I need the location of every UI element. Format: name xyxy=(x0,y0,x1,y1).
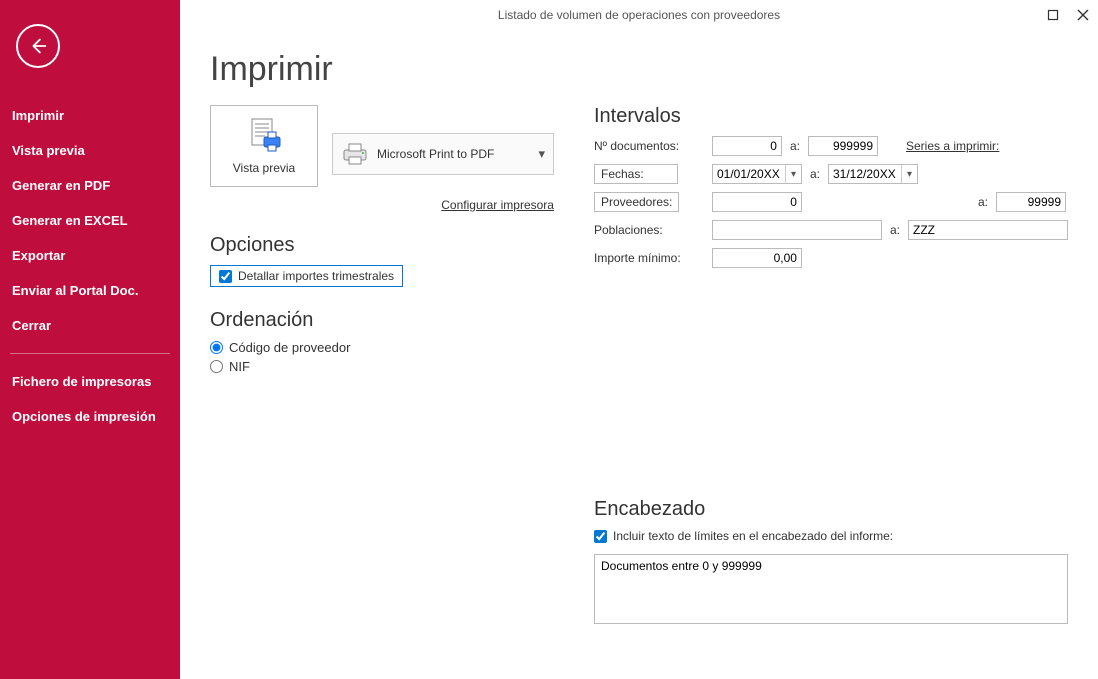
main-content: Imprimir Vista previa xyxy=(180,30,1098,679)
radio-codigo-proveedor[interactable]: Código de proveedor xyxy=(210,340,554,355)
towns-to-input[interactable] xyxy=(908,220,1068,240)
to-separator: a: xyxy=(790,139,800,153)
towns-label: Poblaciones: xyxy=(594,223,704,237)
min-amount-label: Importe mínimo: xyxy=(594,251,704,265)
include-limits-label: Incluir texto de límites en el encabezad… xyxy=(613,529,893,543)
titlebar: Listado de volumen de operaciones con pr… xyxy=(180,0,1098,30)
intervals-heading: Intervalos xyxy=(594,105,1068,128)
include-limits-checkbox[interactable]: Incluir texto de límites en el encabezad… xyxy=(594,529,893,543)
configure-printer-link[interactable]: Configurar impresora xyxy=(441,198,554,212)
providers-from-input[interactable] xyxy=(712,192,802,212)
doc-label: Nº documentos: xyxy=(594,139,704,153)
sidebar-item-label: Fichero de impresoras xyxy=(12,374,151,389)
detail-quarterly-label: Detallar importes trimestrales xyxy=(238,269,394,283)
sidebar-item-generar-pdf[interactable]: Generar en PDF xyxy=(10,168,170,203)
doc-to-input[interactable] xyxy=(808,136,878,156)
window-title: Listado de volumen de operaciones con pr… xyxy=(498,8,780,22)
sidebar-item-enviar-portal[interactable]: Enviar al Portal Doc. xyxy=(10,273,170,308)
document-printer-icon xyxy=(244,117,284,155)
date-to-input[interactable] xyxy=(829,165,901,183)
sidebar-item-label: Imprimir xyxy=(12,108,64,123)
options-heading: Opciones xyxy=(210,234,554,257)
sidebar-item-label: Enviar al Portal Doc. xyxy=(12,283,138,298)
page-title: Imprimir xyxy=(210,50,1068,89)
vista-previa-button[interactable]: Vista previa xyxy=(210,105,318,187)
date-from-field[interactable]: ▾ xyxy=(712,164,802,184)
radio-nif-input[interactable] xyxy=(210,360,223,373)
maximize-icon[interactable] xyxy=(1044,6,1062,24)
radio-nif-label: NIF xyxy=(229,359,250,374)
radio-nif[interactable]: NIF xyxy=(210,359,554,374)
include-limits-input[interactable] xyxy=(594,530,607,543)
printer-selected-label: Microsoft Print to PDF xyxy=(377,147,530,161)
chevron-down-icon[interactable]: ▾ xyxy=(785,165,801,183)
sidebar-item-cerrar[interactable]: Cerrar xyxy=(10,308,170,343)
sidebar-item-fichero-impresoras[interactable]: Fichero de impresoras xyxy=(10,364,170,399)
sidebar-item-imprimir[interactable]: Imprimir xyxy=(10,98,170,133)
window-controls xyxy=(1044,0,1092,30)
to-separator: a: xyxy=(890,223,900,237)
arrow-left-icon xyxy=(27,35,49,57)
header-textarea[interactable] xyxy=(594,554,1068,624)
sidebar-item-opciones-impresion[interactable]: Opciones de impresión xyxy=(10,399,170,434)
printer-icon xyxy=(341,142,369,166)
printer-dropdown[interactable]: Microsoft Print to PDF ▾ xyxy=(332,133,554,175)
intervals-grid: Nº documentos: a: Series a imprimir: Fec… xyxy=(594,136,1068,268)
ordering-heading: Ordenación xyxy=(210,309,554,332)
detail-quarterly-input[interactable] xyxy=(219,270,232,283)
sidebar-item-label: Generar en EXCEL xyxy=(12,213,128,228)
sidebar-divider xyxy=(10,353,170,354)
back-button[interactable] xyxy=(16,24,60,68)
sidebar-item-generar-excel[interactable]: Generar en EXCEL xyxy=(10,203,170,238)
providers-button[interactable]: Proveedores: xyxy=(594,192,679,212)
sidebar-item-vista-previa[interactable]: Vista previa xyxy=(10,133,170,168)
sidebar-item-exportar[interactable]: Exportar xyxy=(10,238,170,273)
sidebar-item-label: Vista previa xyxy=(12,143,85,158)
radio-codigo-input[interactable] xyxy=(210,341,223,354)
vista-previa-label: Vista previa xyxy=(233,161,295,175)
left-column: Vista previa Microsoft Print to PDF ▾ xyxy=(210,105,554,627)
detail-quarterly-checkbox[interactable]: Detallar importes trimestrales xyxy=(210,265,403,287)
to-separator: a: xyxy=(810,167,820,181)
sidebar: Imprimir Vista previa Generar en PDF Gen… xyxy=(0,0,180,679)
date-from-input[interactable] xyxy=(713,165,785,183)
towns-from-input[interactable] xyxy=(712,220,882,240)
sidebar-item-label: Exportar xyxy=(12,248,65,263)
to-separator: a: xyxy=(978,195,988,209)
close-icon[interactable] xyxy=(1074,6,1092,24)
providers-to-input[interactable] xyxy=(996,192,1066,212)
doc-from-input[interactable] xyxy=(712,136,782,156)
chevron-down-icon: ▾ xyxy=(538,146,545,162)
dates-button[interactable]: Fechas: xyxy=(594,164,678,184)
radio-codigo-label: Código de proveedor xyxy=(229,340,350,355)
header-heading: Encabezado xyxy=(594,498,1068,521)
date-to-field[interactable]: ▾ xyxy=(828,164,918,184)
series-link[interactable]: Series a imprimir: xyxy=(906,139,999,153)
min-amount-input[interactable] xyxy=(712,248,802,268)
right-column: Intervalos Nº documentos: a: Series a im… xyxy=(594,105,1068,627)
chevron-down-icon[interactable]: ▾ xyxy=(901,165,917,183)
sidebar-item-label: Cerrar xyxy=(12,318,51,333)
sidebar-item-label: Generar en PDF xyxy=(12,178,110,193)
sidebar-item-label: Opciones de impresión xyxy=(12,409,156,424)
